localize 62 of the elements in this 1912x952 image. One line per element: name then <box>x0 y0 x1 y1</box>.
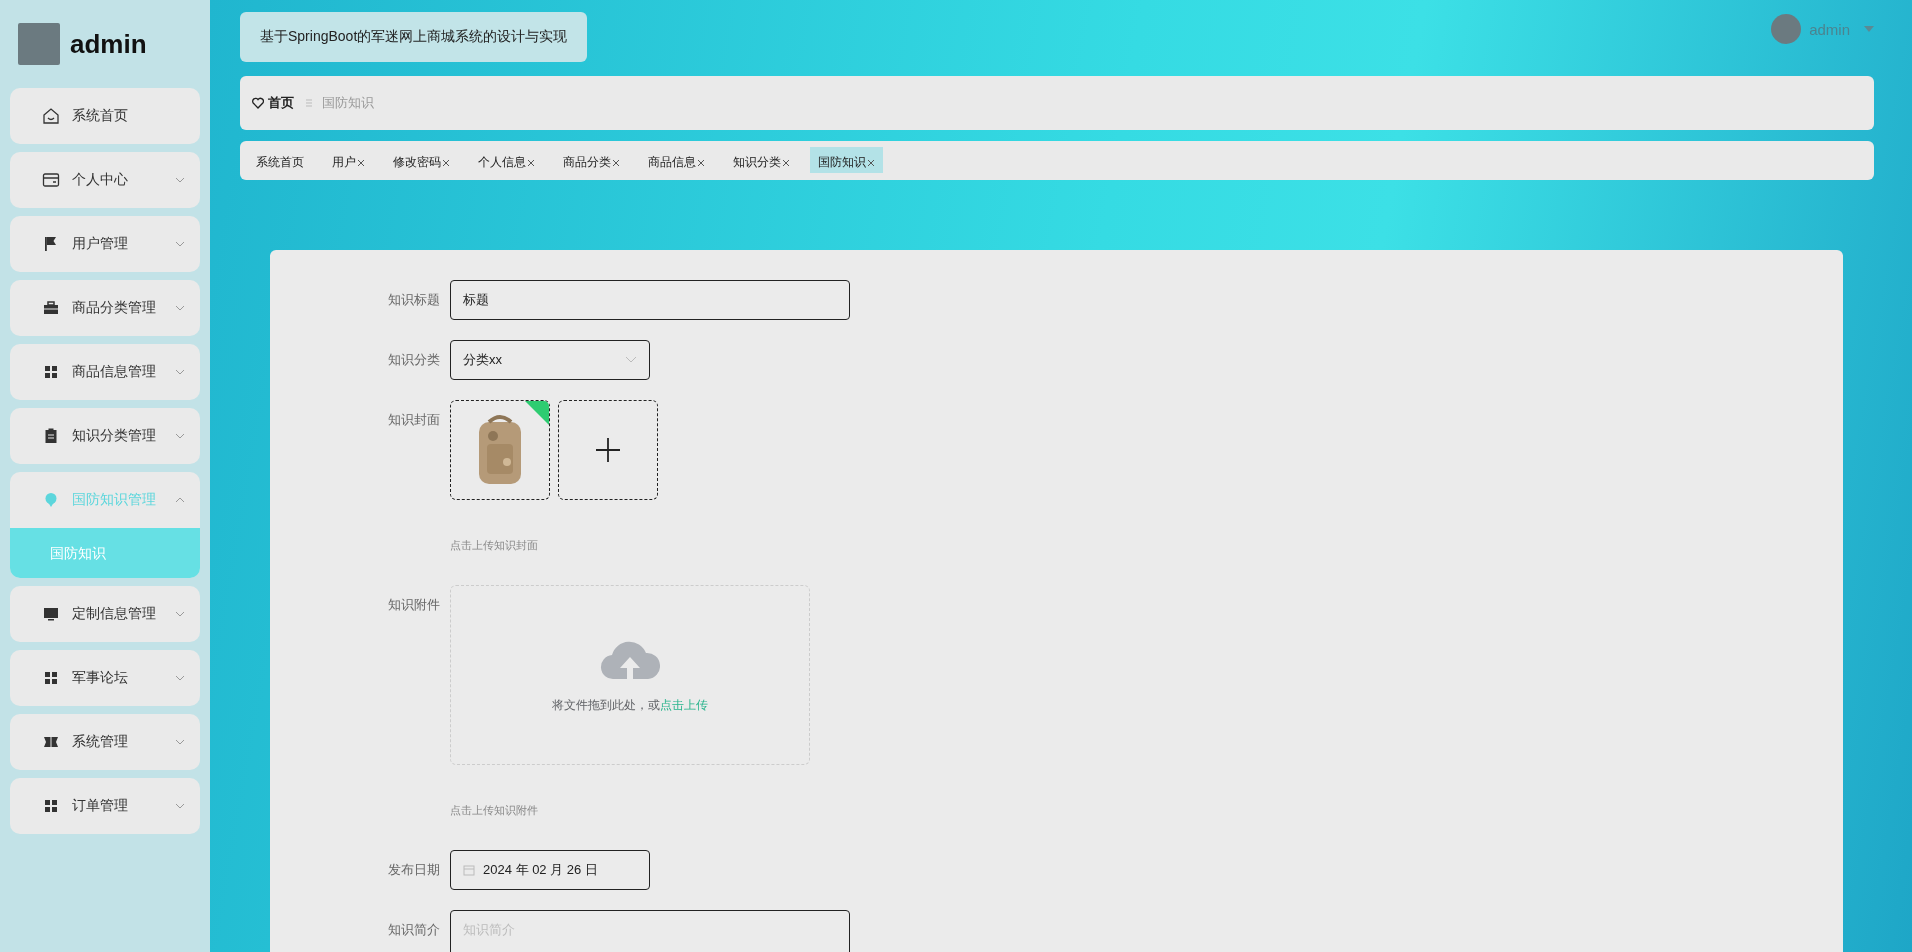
text-input[interactable]: 标题 <box>450 280 850 320</box>
grid-icon <box>42 363 60 381</box>
chevron-icon <box>174 673 186 683</box>
tab[interactable]: 商品分类 <box>555 147 628 173</box>
field-label: 知识分类 <box>387 351 441 369</box>
card-icon <box>42 171 60 189</box>
field-label: 发布日期 <box>387 861 441 879</box>
grid-icon <box>42 797 60 815</box>
menu-item[interactable]: 军事论坛 <box>10 650 200 706</box>
calendar-icon <box>463 864 475 876</box>
tab[interactable]: 系统首页 <box>248 147 312 173</box>
hint-text: 点击上传知识附件 <box>450 803 539 818</box>
field-label: 知识附件 <box>387 596 441 614</box>
app-title: 基于SpringBoot的军迷网上商城系统的设计与实现 <box>240 12 588 62</box>
breadcrumb-link[interactable]: 首页 <box>268 94 294 112</box>
file-drop-zone[interactable]: 将文件拖到此处，或点击上传 <box>450 585 810 765</box>
field-label: 知识封面 <box>387 411 441 429</box>
tab[interactable]: 知识分类 <box>725 147 798 173</box>
chevron-icon <box>174 495 186 505</box>
separator-icon <box>304 98 314 108</box>
menu-item[interactable]: 知识分类管理 <box>10 408 200 464</box>
tab[interactable]: 用户 <box>324 147 373 173</box>
plus-icon <box>596 438 620 462</box>
briefcase-icon <box>42 299 60 317</box>
add-image-button[interactable] <box>558 400 658 500</box>
chevron-icon <box>174 801 186 811</box>
hint-text: 点击上传知识封面 <box>450 538 539 553</box>
date-picker[interactable]: 2024 年 02 月 26 日 <box>450 850 650 890</box>
success-corner-icon <box>525 401 549 425</box>
uploaded-image[interactable] <box>450 400 550 500</box>
caret-icon <box>1864 26 1874 32</box>
menu-item[interactable]: 个人中心 <box>10 152 200 208</box>
select-field[interactable]: 分类xx <box>450 340 650 380</box>
house-icon <box>42 107 60 125</box>
field-label: 知识简介 <box>387 921 441 939</box>
grid-icon <box>42 669 60 687</box>
username: admin <box>70 28 147 60</box>
monitor-icon <box>42 605 60 623</box>
chevron-icon <box>174 367 186 377</box>
heart-icon <box>252 97 264 109</box>
menu-item[interactable]: 系统首页 <box>10 88 200 144</box>
menu-item[interactable]: 系统管理 <box>10 714 200 770</box>
field-label: 知识标题 <box>387 291 441 309</box>
tab[interactable]: 修改密码 <box>385 147 458 173</box>
menu-item[interactable]: 商品信息管理 <box>10 344 200 400</box>
drop-instruction-text: 将文件拖到此处，或点击上传 <box>552 696 708 714</box>
tab[interactable]: 国防知识 <box>810 147 883 173</box>
chevron-icon <box>174 737 186 747</box>
tab[interactable]: 个人信息 <box>470 147 543 173</box>
avatar-image <box>18 23 60 65</box>
chevron-icon <box>174 239 186 249</box>
menu-item[interactable]: 订单管理 <box>10 778 200 834</box>
chevron-icon <box>174 609 186 619</box>
menu-item[interactable]: 用户管理 <box>10 216 200 272</box>
chevron-icon <box>174 303 186 313</box>
tab[interactable]: 商品信息 <box>640 147 713 173</box>
chevron-icon <box>625 356 637 364</box>
chevron-icon <box>174 431 186 441</box>
menu-item[interactable]: 定制信息管理 <box>10 586 200 642</box>
avatar-image <box>1771 14 1802 44</box>
menu-item[interactable]: 商品分类管理 <box>10 280 200 336</box>
chevron-icon <box>174 175 186 185</box>
